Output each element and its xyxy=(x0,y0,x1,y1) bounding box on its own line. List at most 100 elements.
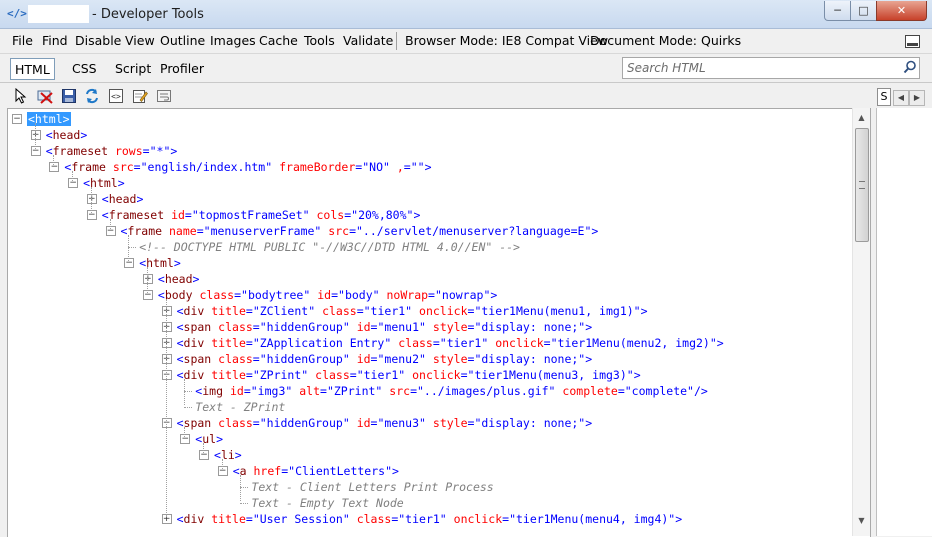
right-pane-style-tab[interactable]: S xyxy=(877,88,891,106)
menu-tools[interactable]: Tools xyxy=(304,33,335,48)
tree-node-li[interactable]: <li> xyxy=(214,447,242,463)
expand-plus-icon[interactable]: + xyxy=(161,514,172,524)
tree-node-ul[interactable]: <ul> xyxy=(195,431,223,447)
tree-row[interactable]: − <frameset rows="*"> xyxy=(8,143,868,159)
tree-node-span[interactable]: <span class="hiddenGroup" id="menu1" sty… xyxy=(177,319,593,335)
collapse-minus-icon[interactable]: − xyxy=(161,370,172,380)
tree-row[interactable]: + <span class="hiddenGroup" id="menu1" st… xyxy=(8,319,868,335)
save-icon[interactable] xyxy=(61,88,77,104)
tree-node-a[interactable]: <a href="ClientLetters"> xyxy=(233,463,399,479)
maximize-button[interactable]: □ xyxy=(850,1,877,21)
tree-row[interactable]: + <div title="ZApplication Entry" class="… xyxy=(8,335,868,351)
collapse-minus-icon[interactable]: − xyxy=(180,434,191,444)
tree-row[interactable]: Text - ZPrint xyxy=(8,399,868,415)
dock-panel-icon[interactable] xyxy=(905,35,920,48)
menu-file[interactable]: File xyxy=(12,33,33,48)
tree-node-frame[interactable]: <frame name="menuserverFrame" src="../se… xyxy=(121,223,599,239)
menu-validate[interactable]: Validate xyxy=(343,33,393,48)
edit-icon[interactable] xyxy=(132,88,148,104)
tree-node-img[interactable]: <img id="img3" alt="ZPrint" src="../imag… xyxy=(195,383,708,399)
tree-row[interactable]: − <span class="hiddenGroup" id="menu3" st… xyxy=(8,415,868,431)
collapse-minus-icon[interactable]: − xyxy=(199,450,209,460)
menu-outline[interactable]: Outline xyxy=(160,33,205,48)
clear-browser-cache-icon[interactable] xyxy=(37,88,53,104)
tree-node-frameset[interactable]: <frameset id="topmostFrameSet" cols="20%… xyxy=(102,207,421,223)
scroll-down-icon[interactable]: ▼ xyxy=(853,512,870,529)
tree-node-frameset[interactable]: <frameset rows="*"> xyxy=(46,143,178,159)
collapse-minus-icon[interactable]: − xyxy=(49,162,60,172)
refresh-icon[interactable] xyxy=(84,88,100,104)
tree-row[interactable]: − <div title="ZPrint" class="tier1" oncli… xyxy=(8,367,868,383)
tree-row[interactable]: + <div title="User Session" class="tier1"… xyxy=(8,511,868,527)
expand-plus-icon[interactable]: + xyxy=(161,354,172,364)
collapse-minus-icon[interactable]: − xyxy=(68,178,79,188)
tree-node-frame[interactable]: <frame src="english/index.htm" frameBord… xyxy=(64,159,431,175)
menu-find[interactable]: Find xyxy=(42,33,68,48)
menu-images[interactable]: Images xyxy=(210,33,256,48)
tree-row[interactable]: + <span class="hiddenGroup" id="menu2" st… xyxy=(8,351,868,367)
collapse-minus-icon[interactable]: − xyxy=(86,210,97,220)
tree-row[interactable]: <!-- DOCTYPE HTML PUBLIC "-//W3C//DTD HT… xyxy=(8,239,868,255)
tree-row[interactable]: + <div title="ZClient" class="tier1" oncl… xyxy=(8,303,868,319)
tree-row[interactable]: − <ul> xyxy=(8,431,868,447)
tree-node-div[interactable]: <div title="User Session" class="tier1" … xyxy=(177,511,683,527)
collapse-minus-icon[interactable]: − xyxy=(142,290,153,300)
browser-mode-menu[interactable]: Browser Mode: IE8 Compat View xyxy=(405,33,608,48)
tree-row[interactable]: − <html> xyxy=(8,111,868,127)
tree-row[interactable]: + <head> xyxy=(8,127,868,143)
tree-node-head[interactable]: <head> xyxy=(158,271,200,287)
tree-row[interactable]: − <html> xyxy=(8,175,868,191)
close-button[interactable]: ✕ xyxy=(876,1,927,21)
tree-node-head[interactable]: <head> xyxy=(102,191,144,207)
expand-plus-icon[interactable]: + xyxy=(161,306,172,316)
collapse-minus-icon[interactable]: − xyxy=(12,114,22,124)
tree-row[interactable]: − <li> xyxy=(8,447,868,463)
tree-node-div[interactable]: <div title="ZApplication Entry" class="t… xyxy=(177,335,724,351)
tree-text-node[interactable]: Text - Client Letters Print Process xyxy=(251,479,493,495)
scrollbar-thumb[interactable] xyxy=(855,128,869,242)
tree-row[interactable]: Text - Client Letters Print Process xyxy=(8,479,868,495)
collapse-minus-icon[interactable]: − xyxy=(124,258,135,268)
expand-plus-icon[interactable]: + xyxy=(161,338,172,348)
expand-plus-icon[interactable]: + xyxy=(30,130,41,140)
word-wrap-icon[interactable] xyxy=(156,88,172,104)
tree-node-html[interactable]: <html> xyxy=(27,111,71,127)
expand-plus-icon[interactable]: + xyxy=(161,322,172,332)
tree-node-html[interactable]: <html> xyxy=(83,175,125,191)
tree-row[interactable]: − <frame name="menuserverFrame" src="../s… xyxy=(8,223,868,239)
expand-plus-icon[interactable]: + xyxy=(142,274,153,284)
select-element-icon[interactable] xyxy=(13,88,29,104)
search-html-input[interactable] xyxy=(627,60,897,76)
tree-node-div[interactable]: <div title="ZClient" class="tier1" oncli… xyxy=(177,303,648,319)
tab-script[interactable]: Script xyxy=(109,58,157,78)
collapse-minus-icon[interactable]: − xyxy=(105,226,116,236)
scroll-tabs-right-icon[interactable]: ▶ xyxy=(909,90,925,106)
collapse-minus-icon[interactable]: − xyxy=(30,146,41,156)
tree-node-body[interactable]: <body class="bodytree" id="body" noWrap=… xyxy=(158,287,497,303)
tree-row[interactable]: − <html> xyxy=(8,255,868,271)
tree-row[interactable]: <img id="img3" alt="ZPrint" src="../imag… xyxy=(8,383,868,399)
tree-text-node[interactable]: Text - ZPrint xyxy=(195,399,285,415)
tree-row[interactable]: − <frameset id="topmostFrameSet" cols="20… xyxy=(8,207,868,223)
scroll-tabs-left-icon[interactable]: ◀ xyxy=(893,90,909,106)
tree-row[interactable]: + <head> xyxy=(8,191,868,207)
expand-plus-icon[interactable]: + xyxy=(86,194,97,204)
tree-node-div[interactable]: <div title="ZPrint" class="tier1" onclic… xyxy=(177,367,641,383)
tree-row[interactable]: − <a href="ClientLetters"> xyxy=(8,463,868,479)
collapse-minus-icon[interactable]: − xyxy=(217,466,228,476)
menu-view[interactable]: View xyxy=(125,33,155,48)
tree-comment-node[interactable]: <!-- DOCTYPE HTML PUBLIC "-//W3C//DTD HT… xyxy=(139,239,520,255)
tree-row[interactable]: − <body class="bodytree" id="body" noWrap… xyxy=(8,287,868,303)
tree-node-span[interactable]: <span class="hiddenGroup" id="menu3" sty… xyxy=(177,415,593,431)
menu-cache[interactable]: Cache xyxy=(259,33,298,48)
dom-toggle-icon[interactable]: <> xyxy=(108,88,124,104)
tree-row[interactable]: Text - Empty Text Node xyxy=(8,495,868,511)
tab-css[interactable]: CSS xyxy=(66,58,103,78)
scroll-up-icon[interactable]: ▲ xyxy=(853,109,870,126)
tree-text-node[interactable]: Text - Empty Text Node xyxy=(251,495,403,511)
minimize-button[interactable]: ─ xyxy=(824,1,851,21)
tab-profiler[interactable]: Profiler xyxy=(154,58,210,78)
tree-node-html[interactable]: <html> xyxy=(139,255,181,271)
tree-row[interactable]: − <frame src="english/index.htm" frameBor… xyxy=(8,159,868,175)
menu-disable[interactable]: Disable xyxy=(75,33,121,48)
